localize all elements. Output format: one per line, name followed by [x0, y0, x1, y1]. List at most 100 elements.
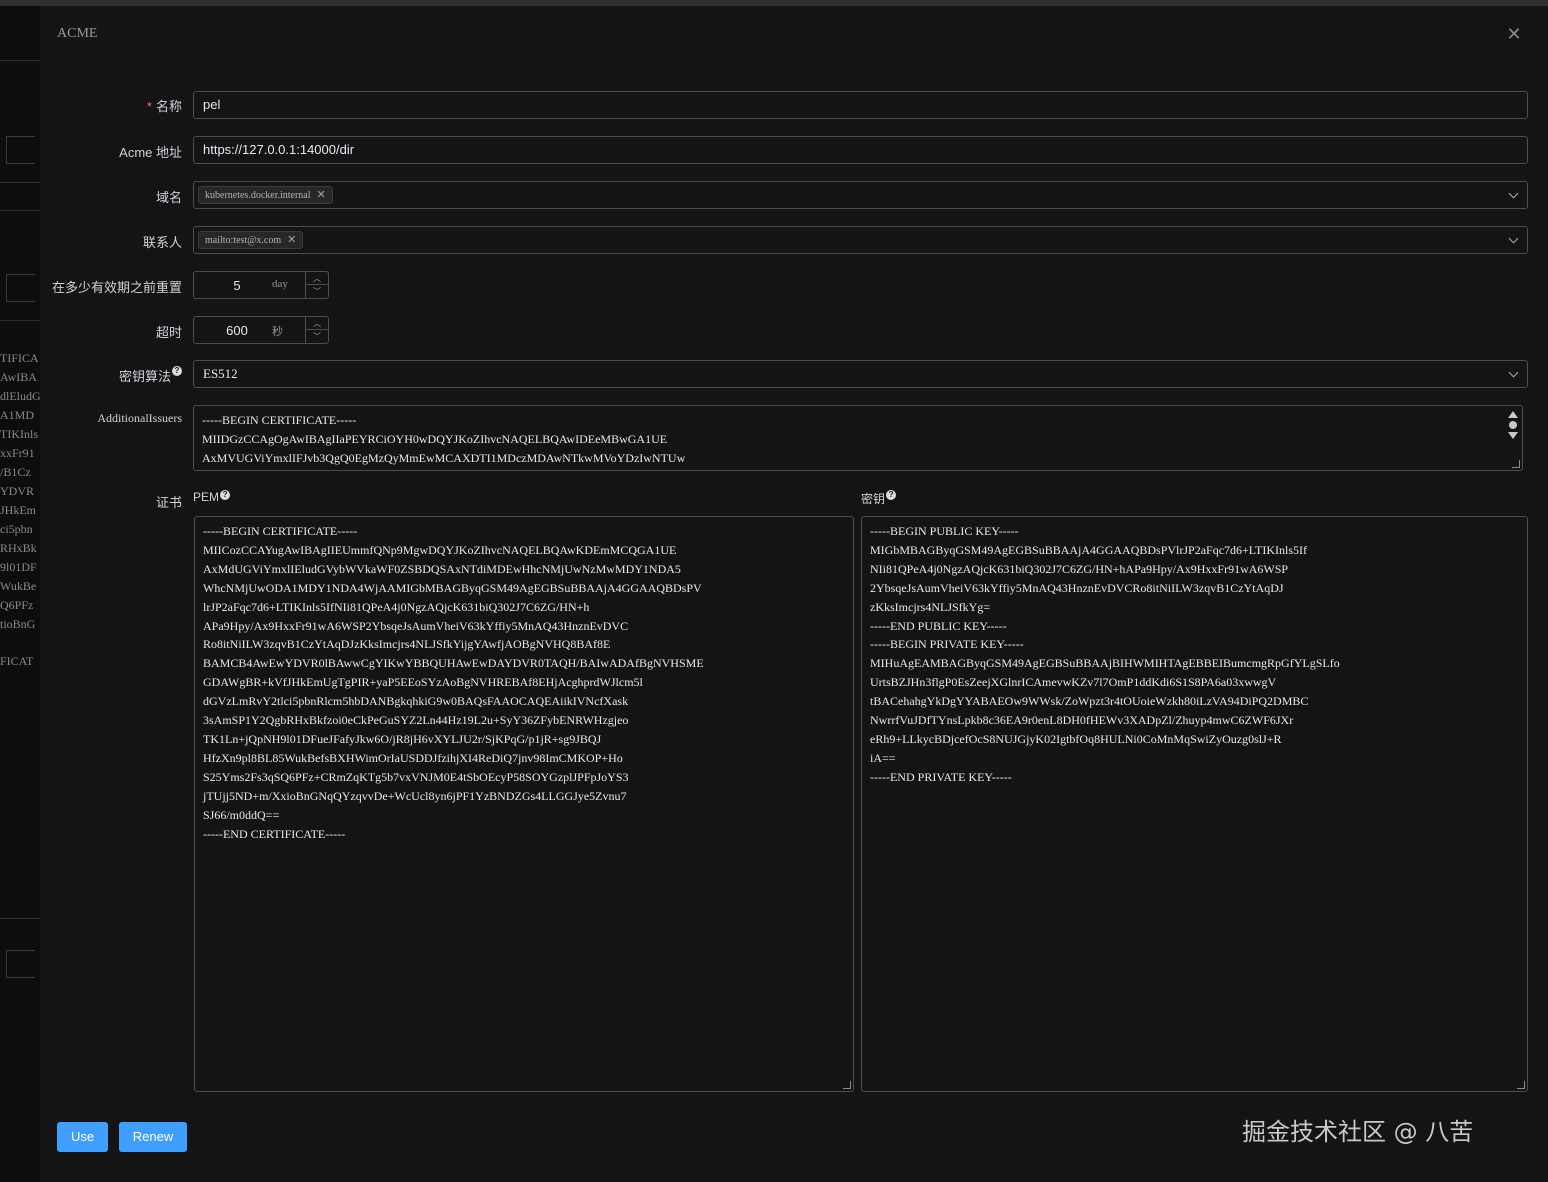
use-button[interactable]: Use: [57, 1122, 108, 1152]
bg-text-fragment: /B1Cz: [0, 465, 31, 479]
resize-handle-icon[interactable]: [1517, 1081, 1525, 1089]
textarea-line: MIICozCCAYugAwIBAgIIEUmmfQNp9MgwDQYJKoZI…: [203, 542, 677, 557]
textarea-line: lrJP2aFqc7d6+LTIKInls5IfNIi81QPeA4j0NgzA…: [203, 599, 590, 614]
tag-close-icon[interactable]: ✕: [317, 189, 326, 201]
bg-stepper: [6, 136, 35, 164]
bg-divider: [0, 918, 40, 919]
bg-text-fragment: ci5pbn: [0, 522, 33, 536]
textarea-line: tBACehahgYkDgYYABAEOw9WWsk/ZoWpzt3r4tOUo…: [870, 694, 1309, 709]
textarea-line: AxMVUGViYmxlIFJvb3QgQ0EgMzQyMmEwMCAXDTI1…: [202, 450, 686, 465]
acme-url-input[interactable]: https://127.0.0.1:14000/dir: [193, 136, 1528, 164]
bg-divider: [0, 182, 40, 183]
textarea-line: MIGbMBAGByqGSM49AgEGBSuBBAAjA4GGAAQBDsPV…: [870, 542, 1308, 557]
bg-text-fragment: RHxBk: [0, 541, 37, 555]
bg-divider: [0, 210, 40, 211]
additional-issuers-label: AdditionalIssuers: [97, 411, 182, 425]
help-icon[interactable]: ?: [172, 366, 182, 376]
bg-text-fragment: dlEludG: [0, 389, 40, 403]
bg-input: [6, 950, 35, 978]
textarea-line: NwrrfVuJDfTYnsLpkb8c36EA9r0enL8DH0fHEWv3…: [870, 713, 1294, 728]
timeout-value[interactable]: 600: [194, 323, 280, 338]
textarea-line: -----END CERTIFICATE-----: [203, 826, 346, 841]
textarea-line: -----BEGIN CERTIFICATE-----: [202, 413, 357, 427]
textarea-line: jTUjj5ND+m/XxioBnGNqQYzqvvDe+WcUcl8yn6jP…: [203, 788, 627, 803]
textarea-line: NIi81QPeA4j0NgzAQjcK631biQ302J7C6ZG/HN+h…: [870, 561, 1289, 576]
textarea-line: -----END PRIVATE KEY-----: [870, 769, 1012, 784]
textarea-line: BAMCB4AwEwYDVR0lBAwwCgYIKwYBBQUHAwEwDAYD…: [203, 656, 704, 671]
timeout-stepper[interactable]: 600 秒 ︿ ﹀: [193, 316, 329, 344]
contacts-select[interactable]: mailto:test@x.com ✕: [193, 226, 1528, 254]
domains-select[interactable]: kubernetes.docker.internal ✕: [193, 181, 1528, 209]
name-input[interactable]: pel: [193, 91, 1528, 119]
bg-text-fragment: 9l01DF: [0, 560, 37, 574]
additional-issuers-textarea[interactable]: -----BEGIN CERTIFICATE----- MIIDGzCCAgOgA…: [193, 405, 1523, 471]
certificate-label: 证书: [155, 495, 182, 510]
textarea-line: zKksImcjrs4NLJSfkYg=: [870, 599, 991, 614]
pem-label: PEM?: [193, 490, 231, 504]
bg-text-fragment: xxFr91: [0, 446, 35, 460]
key-textarea[interactable]: -----BEGIN PUBLIC KEY----- MIGbMBAGByqGSM…: [861, 516, 1528, 1092]
resize-handle-icon[interactable]: [1512, 460, 1520, 468]
bg-divider: [0, 320, 40, 321]
stepper-controls: ︿ ﹀: [305, 272, 328, 298]
required-mark: *: [146, 99, 152, 114]
pem-textarea[interactable]: -----BEGIN CERTIFICATE----- MIICozCCAYugA…: [194, 516, 854, 1092]
bg-stepper: [6, 274, 35, 302]
decrement-icon[interactable]: ﹀: [306, 285, 328, 298]
key-algorithm-select[interactable]: ES512: [193, 360, 1528, 388]
renew-before-stepper[interactable]: 5 day ︿ ﹀: [193, 271, 329, 299]
close-icon[interactable]: ✕: [1504, 24, 1524, 44]
textarea-line: AxMdUGViYmxlIEludGVybWVkaWF0ZSBDQSAxNTdi…: [203, 561, 681, 576]
textarea-line: S25Yms2Fs3qSQ6PFz+CRmZqKTg5b7vxVNJM0E4tS…: [203, 769, 629, 784]
acme-url-label: Acme 地址: [119, 145, 182, 160]
textarea-line: APa9Hpy/Ax9HxxFr91wA6WSP2YbsqeJsAumVheiV…: [203, 618, 629, 633]
chevron-down-icon: [1508, 367, 1519, 378]
bg-text-fragment: TIKInls: [0, 427, 38, 441]
bg-text-fragment: A1MD: [0, 408, 35, 422]
timeout-unit: 秒: [272, 326, 283, 338]
increment-icon[interactable]: ︿: [306, 317, 328, 330]
tag-close-icon[interactable]: ✕: [287, 234, 296, 246]
scroll-thumb[interactable]: [1509, 421, 1517, 429]
textarea-line: -----BEGIN PRIVATE KEY-----: [870, 637, 1024, 652]
acme-dialog: ACME ✕ * 名称 pel Acme 地址 https://127.0.0.1…: [40, 6, 1548, 1182]
bg-text-fragment: AwIBA: [0, 370, 37, 384]
textarea-line: iA==: [870, 750, 896, 765]
scroll-up-icon[interactable]: [1508, 411, 1518, 418]
decrement-icon[interactable]: ﹀: [306, 330, 328, 343]
stepper-controls: ︿ ﹀: [305, 317, 328, 343]
textarea-line: Ro8itNiILW3zqvB1CzYtAqDJzKksImcjrs4NLJSf…: [203, 637, 611, 652]
textarea-line: MIIDGzCCAgOgAwIBAgIIaPEYRCiOYH0wDQYJKoZI…: [202, 431, 668, 446]
bg-text-fragment: tioBnG: [0, 617, 36, 631]
scrollbar[interactable]: [1506, 409, 1520, 453]
bg-text-fragment: FICAT: [0, 654, 34, 668]
chevron-down-icon: [1508, 233, 1519, 244]
contact-tag: mailto:test@x.com ✕: [198, 231, 304, 249]
bg-text-fragment: TIFICA: [0, 351, 39, 365]
textarea-line: -----END PUBLIC KEY-----: [870, 618, 1007, 633]
key-algorithm-label: 密钥算法?: [40, 366, 182, 385]
scroll-down-icon[interactable]: [1508, 432, 1518, 439]
increment-icon[interactable]: ︿: [306, 272, 328, 285]
bg-text-fragment: Q6PFz: [0, 598, 34, 612]
textarea-line: GDAWgBR+kVfJHkEmUgTgPIR+yaP5EEoSYzAoBgNV…: [203, 675, 643, 690]
textarea-line: UrtsBZJHn3flgP0EsZeejXGlnrICAmevwKZv7l7O…: [870, 675, 1277, 690]
textarea-line: eRh9+LLkycBDjcefOcS8NUJGjyK02IgtbfOq8HUL…: [870, 731, 1282, 746]
resize-handle-icon[interactable]: [843, 1081, 851, 1089]
help-icon[interactable]: ?: [886, 490, 897, 500]
textarea-line: HfzXn9pl8BL85WukBefsBXHWimOrIaUSDDJfzihj…: [203, 750, 623, 765]
help-icon[interactable]: ?: [220, 490, 231, 500]
renew-button[interactable]: Renew: [119, 1122, 187, 1152]
dialog-title: ACME: [57, 26, 98, 41]
renew-before-value[interactable]: 5: [194, 278, 280, 293]
textarea-line: 2YbsqeJsAumVheiV63kYffiy5MnAQ43HnznEvDVC…: [870, 580, 1284, 595]
name-label: * 名称: [146, 99, 182, 114]
renew-before-unit: day: [272, 278, 288, 290]
domains-label: 域名: [155, 190, 182, 205]
textarea-line: TK1Ln+jQpNH9l01DFueJFafyJkw6O/jR8jH6vXYL…: [203, 731, 602, 746]
textarea-line: WhcNMjUwODA1MDY1NDA4WjAAMIGbMBAGByqGSM49…: [203, 580, 702, 595]
contacts-label: 联系人: [142, 235, 182, 250]
bg-text-fragment: YDVR: [0, 484, 35, 498]
textarea-line: -----BEGIN PUBLIC KEY-----: [870, 524, 1019, 538]
textarea-line: -----BEGIN CERTIFICATE-----: [203, 524, 358, 538]
